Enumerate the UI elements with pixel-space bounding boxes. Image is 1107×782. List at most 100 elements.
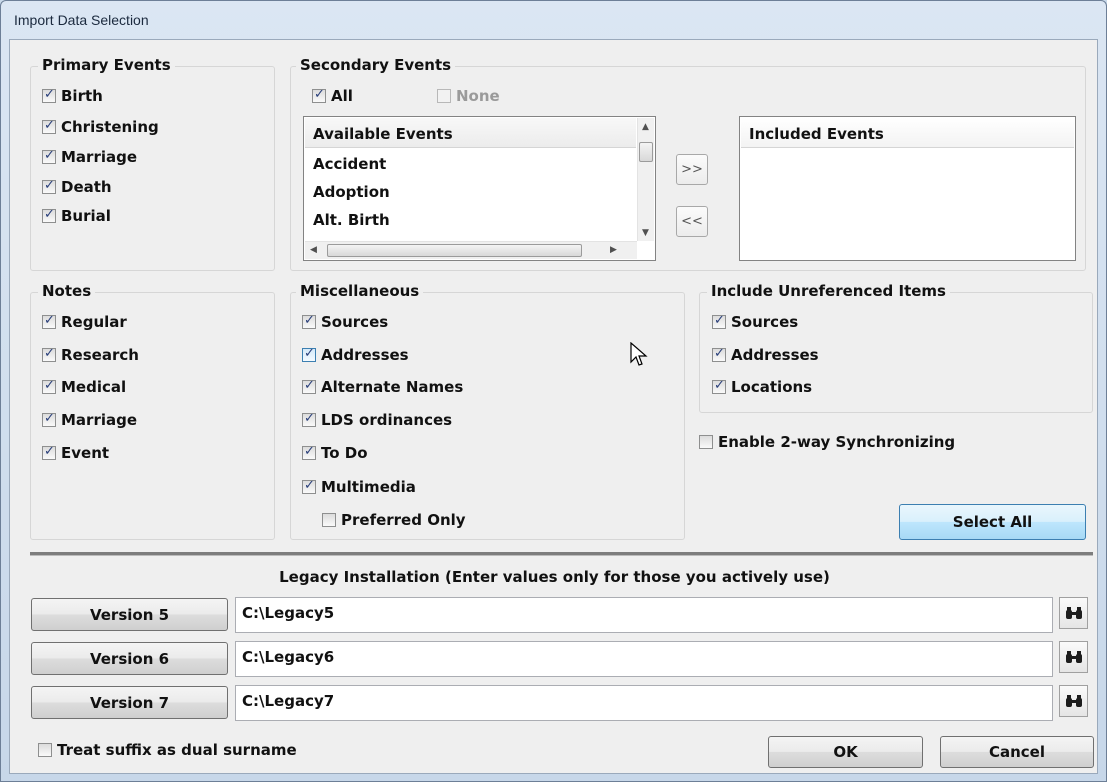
scroll-thumb[interactable]	[327, 244, 582, 257]
available-events-header: Available Events	[305, 118, 636, 148]
checkbox-unref-locations[interactable]: Locations	[712, 377, 812, 397]
checkbox-misc-addresses[interactable]: Addresses	[302, 345, 409, 365]
remove-event-button[interactable]: <<	[676, 206, 708, 237]
vertical-scrollbar[interactable]: ▲ ▼	[637, 118, 654, 241]
scroll-thumb[interactable]	[639, 142, 653, 162]
legacy-installation-label: Legacy Installation (Enter values only f…	[279, 568, 830, 586]
version-7-path-field[interactable]: C:\Legacy7	[235, 685, 1053, 721]
checkbox-box[interactable]	[699, 435, 713, 449]
checkbox-suffix-dual-surname[interactable]: Treat suffix as dual surname	[38, 740, 297, 760]
primary-events-title: Primary Events	[38, 56, 175, 74]
available-events-list[interactable]: Available Events Accident Adoption Alt. …	[303, 116, 656, 261]
checkbox-note-marriage[interactable]: Marriage	[42, 410, 137, 430]
checkbox-box[interactable]	[312, 87, 326, 103]
checkbox-label: Alternate Names	[321, 378, 464, 396]
cancel-button[interactable]: Cancel	[940, 736, 1094, 768]
ok-button[interactable]: OK	[768, 736, 923, 768]
select-all-button[interactable]: Select All	[899, 504, 1086, 540]
window-title: Import Data Selection	[14, 12, 149, 28]
checkbox-unref-addresses[interactable]: Addresses	[712, 345, 819, 365]
title-bar[interactable]: Import Data Selection	[1, 1, 1106, 41]
version-6-path-field[interactable]: C:\Legacy6	[235, 641, 1053, 677]
list-item[interactable]: Alt. Birth	[313, 211, 390, 229]
checkbox-burial[interactable]: Burial	[42, 206, 111, 226]
checkbox-box[interactable]	[38, 743, 52, 757]
checkbox-box[interactable]	[712, 346, 726, 362]
checkbox-label: Birth	[61, 87, 103, 105]
checkbox-label: Addresses	[731, 346, 819, 364]
checkbox-misc-multimedia[interactable]: Multimedia	[302, 477, 416, 497]
checkbox-all-events[interactable]: All	[312, 86, 353, 106]
checkbox-note-event[interactable]: Event	[42, 443, 109, 463]
checkbox-label: Treat suffix as dual surname	[57, 741, 297, 759]
version-5-path-field[interactable]: C:\Legacy5	[235, 597, 1053, 633]
checkbox-label: Sources	[731, 313, 799, 331]
scroll-up-icon[interactable]: ▲	[642, 122, 649, 132]
checkbox-label: All	[331, 87, 353, 105]
checkbox-box[interactable]	[42, 313, 56, 329]
checkbox-box[interactable]	[712, 313, 726, 329]
binoculars-icon	[1065, 607, 1082, 619]
checkbox-misc-alternate-names[interactable]: Alternate Names	[302, 377, 463, 397]
scroll-down-icon[interactable]: ▼	[642, 228, 649, 238]
scroll-right-icon[interactable]: ▶	[610, 245, 617, 255]
checkbox-box[interactable]	[42, 148, 56, 164]
checkbox-label: Event	[61, 444, 110, 462]
checkbox-misc-todo[interactable]: To Do	[302, 443, 368, 463]
list-item[interactable]: Adoption	[313, 183, 390, 201]
checkbox-marriage[interactable]: Marriage	[42, 147, 137, 167]
checkbox-label: Research	[61, 346, 139, 364]
version-7-button[interactable]: Version 7	[31, 686, 228, 719]
checkbox-label: Death	[61, 178, 112, 196]
checkbox-box[interactable]	[302, 346, 316, 362]
checkbox-box[interactable]	[302, 478, 316, 494]
binoculars-icon	[1065, 695, 1082, 707]
checkbox-box[interactable]	[42, 207, 56, 223]
add-event-button[interactable]: >>	[676, 154, 708, 185]
version-6-browse-button[interactable]	[1059, 641, 1088, 673]
checkbox-misc-lds[interactable]: LDS ordinances	[302, 410, 452, 430]
checkbox-unref-sources[interactable]: Sources	[712, 312, 798, 332]
checkbox-label: Enable 2-way Synchronizing	[718, 433, 956, 451]
checkbox-box[interactable]	[302, 411, 316, 427]
checkbox-death[interactable]: Death	[42, 177, 112, 197]
checkbox-box[interactable]	[322, 513, 336, 527]
included-events-list[interactable]: Included Events	[739, 116, 1076, 261]
version-7-browse-button[interactable]	[1059, 685, 1088, 717]
checkbox-label: Marriage	[61, 411, 138, 429]
checkbox-label: Christening	[61, 118, 159, 136]
checkbox-note-medical[interactable]: Medical	[42, 377, 126, 397]
checkbox-sync[interactable]: Enable 2-way Synchronizing	[699, 432, 955, 452]
checkbox-christening[interactable]: Christening	[42, 117, 159, 137]
version-6-button[interactable]: Version 6	[31, 642, 228, 675]
checkbox-box[interactable]	[302, 313, 316, 329]
checkbox-box[interactable]	[42, 346, 56, 362]
dialog-client-area: Primary Events Birth Christening Marriag…	[9, 39, 1098, 774]
checkbox-birth[interactable]: Birth	[42, 86, 103, 106]
miscellaneous-title: Miscellaneous	[296, 282, 424, 300]
checkbox-note-research[interactable]: Research	[42, 345, 139, 365]
version-5-browse-button[interactable]	[1059, 597, 1088, 629]
checkbox-box[interactable]	[42, 118, 56, 134]
notes-title: Notes	[38, 282, 96, 300]
checkbox-misc-sources[interactable]: Sources	[302, 312, 388, 332]
mouse-cursor-icon	[630, 342, 648, 366]
checkbox-box[interactable]	[42, 87, 56, 103]
horizontal-scrollbar[interactable]: ◀ ▶	[305, 241, 637, 259]
list-item[interactable]: Accident	[313, 155, 386, 173]
section-divider	[30, 552, 1093, 556]
checkbox-note-regular[interactable]: Regular	[42, 312, 127, 332]
checkbox-box[interactable]	[712, 378, 726, 394]
checkbox-label: Multimedia	[321, 478, 416, 496]
checkbox-box[interactable]	[302, 444, 316, 460]
version-5-button[interactable]: Version 5	[31, 598, 228, 631]
checkbox-box[interactable]	[302, 378, 316, 394]
checkbox-box[interactable]	[42, 411, 56, 427]
checkbox-box[interactable]	[42, 378, 56, 394]
checkbox-box[interactable]	[437, 89, 451, 103]
checkbox-preferred-only[interactable]: Preferred Only	[322, 510, 466, 530]
checkbox-box[interactable]	[42, 178, 56, 194]
checkbox-box[interactable]	[42, 444, 56, 460]
scroll-left-icon[interactable]: ◀	[310, 245, 317, 255]
checkbox-none-events[interactable]: None	[437, 86, 500, 106]
